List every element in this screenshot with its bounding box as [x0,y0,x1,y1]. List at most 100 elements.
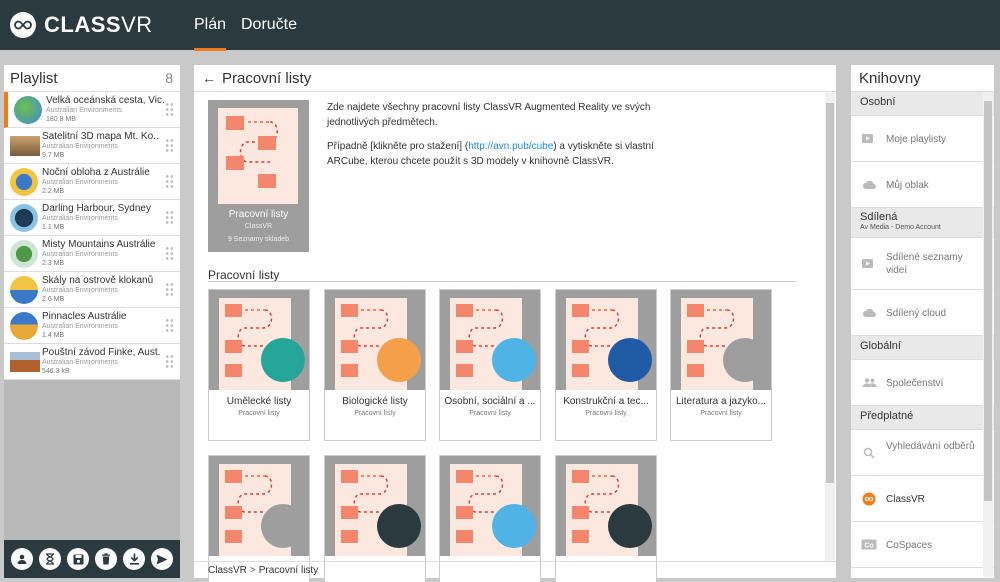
drag-handle-icon[interactable] [165,318,174,334]
breadcrumb-current: Pracovní listy [258,565,319,576]
feature-card[interactable]: Pracovní listy ClassVR 9 Seznamy skladeb [208,100,309,252]
card-image [440,456,540,556]
lib-shared-playlists[interactable]: Sdílené seznamy videí [851,238,994,290]
thumbnail-rocks [10,276,38,304]
shared-playlist-icon [861,258,877,270]
group-subscriptions: Předplatné [851,406,994,430]
libraries-title: Knihovny [851,65,994,92]
thumbnail-map [10,136,40,156]
card-name: Biologické listy [342,396,408,407]
cube-download-link[interactable]: http://avn.pub/cube [468,141,553,152]
book-icon [723,338,767,382]
infinity-icon [10,12,36,38]
card-image [556,456,656,556]
card-meta: Pracovní listy [469,410,511,417]
tab-plan[interactable]: Plán [194,16,227,51]
cospaces-icon: Co [861,539,877,551]
libraries-scrollbar[interactable] [983,93,993,577]
calculator-icon [377,504,421,548]
drag-handle-icon[interactable] [165,138,174,154]
group-personal: Osobní [851,92,994,116]
group-shared: Sdílená Av Media - Demo Account [851,208,994,238]
playlist-item[interactable]: Velká oceánská cesta, Vic... Australian … [4,92,180,128]
playlist-panel: Playlist 8 Velká oceánská cesta, Vic... … [4,65,180,578]
lib-shared-cloud[interactable]: Sdílený cloud [851,290,994,336]
svg-text:Co: Co [864,542,873,549]
playlist-item[interactable]: Darling Harbour, Sydney Australian Envir… [4,200,180,236]
delete-icon[interactable] [95,548,117,570]
construction-tools-icon [608,338,652,382]
art-easel-icon [261,338,305,382]
drag-handle-icon[interactable] [165,246,174,262]
description: Zde najdete všechny pracovní listy Class… [327,100,677,178]
playlist-header: Playlist 8 [4,65,180,92]
search-icon [861,447,877,459]
drag-handle-icon[interactable] [165,102,174,118]
thumbnail-mountains [10,240,38,268]
card-meta: Pracovní listy [585,410,627,417]
lib-cospaces[interactable]: Co CoSpaces [851,522,994,568]
card-name: Konstrukční a tec... [563,396,649,407]
drag-handle-icon[interactable] [165,282,174,298]
worksheet-card[interactable]: Osobní, sociální a ... Pracovní listy [439,289,541,441]
feature-count: 9 Seznamy skladeb [227,236,290,243]
send-icon[interactable] [151,548,173,570]
card-meta: Pracovní listy [238,410,280,417]
scroll-icon [261,504,305,548]
breadcrumb-classvr[interactable]: ClassVR [208,565,247,576]
lib-classvr[interactable]: ClassVR [851,476,994,522]
tab-deliver[interactable]: Doručte [241,16,297,34]
back-arrow-icon[interactable]: ← [202,70,216,86]
card-name: Osobní, sociální a ... [444,396,536,407]
brand-name: CLASSVR [44,12,153,37]
playlist-item[interactable]: Satelitní 3D mapa Mt. Ko... Australian E… [4,128,180,164]
lib-community[interactable]: Společenství [851,360,994,406]
thumbnail-desert [10,352,40,372]
breadcrumb: ClassVR > Pracovní listy [194,561,836,578]
worksheet-card[interactable]: Konstrukční a tec... Pracovní listy [555,289,657,441]
card-name: Umělecké listy [226,396,292,407]
playlist-item[interactable]: Pinnacles Austrálie Australian Environme… [4,308,180,344]
main-scrollbar[interactable] [825,93,835,561]
feature-publisher: ClassVR [244,223,273,230]
section-title: Pracovní listy [208,268,280,282]
main-panel: ← Pracovní listy Pracovní listy ClassVR … [194,65,836,582]
playlist-icon [861,133,877,145]
drag-handle-icon[interactable] [165,210,174,226]
cloud-icon [861,179,877,191]
playlist-item[interactable]: Skály na ostrově klokanů Australian Envi… [4,272,180,308]
playlist-item[interactable]: Pouštní závod Finke, Aust... Australian … [4,344,180,380]
card-image [556,290,656,390]
libraries-panel: Knihovny Osobní Moje playlisty Můj oblak… [851,65,994,578]
user-icon[interactable] [11,548,33,570]
description-paragraph: Případně [klikněte pro stažení] (http://… [327,141,654,167]
card-image [209,290,309,390]
group-global: Globální [851,336,994,360]
hourglass-icon[interactable] [39,548,61,570]
worksheet-card[interactable]: Umělecké listy Pracovní listy [208,289,310,441]
card-image [209,456,309,556]
worksheet-card[interactable]: Literatura a jazyko... Pracovní listy [670,289,772,441]
drag-handle-icon[interactable] [165,354,174,370]
classvr-logo[interactable]: CLASSVR [10,12,153,38]
playlist-item[interactable]: Noční obloha z Austrálie Australian Envi… [4,164,180,200]
playlist-item[interactable]: Misty Mountains Austrálie Australian Env… [4,236,180,272]
biology-plant-icon [377,338,421,382]
card-image [440,290,540,390]
download-icon[interactable] [123,548,145,570]
lib-subscription-search[interactable]: Vyhledávání odběrů [851,430,994,476]
card-name: Literatura a jazyko... [675,396,767,407]
thumbnail-globe [14,96,42,124]
drag-handle-icon[interactable] [165,174,174,190]
worksheet-card[interactable]: Biologické listy Pracovní listy [324,289,426,441]
people-icon [861,377,877,389]
save-icon[interactable] [67,548,89,570]
worksheet-illustration [218,108,298,204]
card-image [671,290,771,390]
lib-my-playlists[interactable]: Moje playlisty [851,116,994,162]
heart-plant-icon [492,338,536,382]
card-meta: Pracovní listy [354,410,396,417]
feature-name: Pracovní listy [228,209,289,220]
lib-my-cloud[interactable]: Můj oblak [851,162,994,208]
description-paragraph: Zde najdete všechny pracovní listy Class… [327,102,651,128]
